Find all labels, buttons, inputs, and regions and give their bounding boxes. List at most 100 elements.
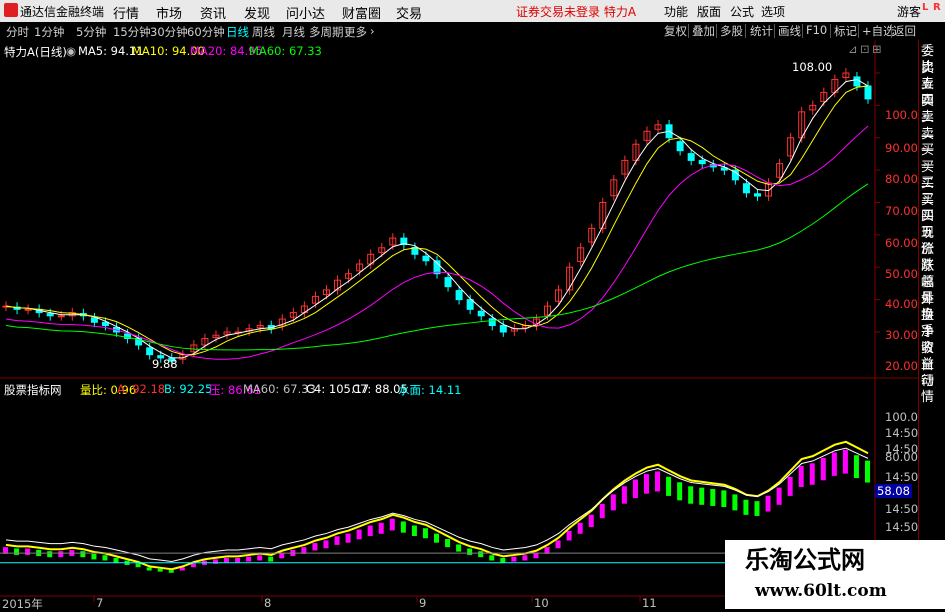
tool-guest[interactable]: 游客 [897,3,921,20]
tf-15min[interactable]: 15分钟 [113,24,151,40]
sub-axis-label: 14:50 [885,520,919,534]
btn-multi-stock[interactable]: 多股 [720,23,743,39]
candle-body [444,277,452,288]
divider [891,24,892,38]
tf-60min[interactable]: 60分钟 [187,24,225,40]
sub-axis-label: 14:50 [885,426,919,440]
candle-body [853,76,861,87]
indicator-bar [467,548,473,555]
indicator-bar [257,555,263,561]
menu-news[interactable]: 资讯 [200,3,226,22]
tool-formula[interactable]: 公式 [730,3,754,20]
indicator-bar [754,501,760,516]
tool-layout[interactable]: 版面 [697,3,721,20]
indicator-bar [246,556,252,562]
candle-body [687,153,695,161]
indicator-bar [146,567,152,571]
btn-draw[interactable]: 画线 [778,23,801,39]
candle-body [46,313,54,317]
tf-daily[interactable]: 日线 [226,24,249,40]
tf-30min[interactable]: 30分钟 [150,24,188,40]
period-toolbar: 分时 1分钟 5分钟 15分钟 30分钟 60分钟 日线 周线 月线 多周期 更… [0,22,945,40]
x-axis-label: 7 [96,596,104,610]
candle-body [499,325,507,333]
sub-legend-name: 股票指标网 [4,383,62,397]
menu-quotes[interactable]: 行情 [113,3,139,22]
indicator-bar [765,495,771,512]
indicator-bar [323,540,329,549]
sub-legend-ma60: MA60: 67.33 [243,382,316,396]
tf-5min[interactable]: 5分钟 [76,24,106,40]
settings-circle-icon[interactable]: ◉ [66,44,76,58]
divider [716,24,717,38]
tf-more[interactable]: 更多 [344,24,367,40]
tf-intraday[interactable]: 分时 [6,24,29,40]
indicator-bar [688,486,694,504]
edit-icon[interactable]: ⊿ [848,42,858,56]
candle-body [742,183,750,194]
indicator-bar [25,548,31,555]
btn-stats[interactable]: 统计 [750,23,773,39]
candle-body [57,315,65,318]
candle-body [698,159,706,165]
expand-icon[interactable]: ⊞ [872,42,882,56]
kline-chart[interactable] [0,40,918,609]
chart-area[interactable]: 特力A(日线) ◉ MA5: 94.11 MA10: 94.00 MA20: 8… [0,40,925,611]
btn-overlay[interactable]: 叠加 [692,23,715,39]
candle-body [676,141,684,152]
tf-monthly[interactable]: 月线 [282,24,305,40]
watermark: 乐淘公式网 www.60lt.com [725,540,945,609]
tf-multi[interactable]: 多周期 [309,24,344,40]
indicator-bar [14,548,20,555]
panel-tag-l[interactable]: L [922,2,928,13]
indicator-bar [721,490,727,508]
menu-wealth[interactable]: 财富圈 [342,3,381,22]
btn-back[interactable]: 返回 [893,23,916,39]
indicator-bar [677,482,683,501]
axis-label: 30.00 [885,328,918,342]
sub-axis-label: 14:50 [885,470,919,484]
indicator-bar [555,540,561,549]
menu-trade[interactable]: 交易 [396,3,422,22]
shrink-icon[interactable]: ⊡ [860,42,870,56]
indicator-bar [743,499,749,515]
indicator-bar [599,503,605,519]
chevron-right-icon[interactable]: › [370,24,375,38]
btn-adjust[interactable]: 复权 [664,23,687,39]
candle-body [146,347,154,356]
sub-axis-label: 80.00 [885,450,918,464]
axis-label: 80.00 [885,172,918,186]
axis-label: 20.00 [885,359,918,373]
indicator-bar [58,551,64,558]
sub-axis-current: 58.08 [875,484,912,498]
divider [745,24,746,38]
btn-add-favorite[interactable]: +自选 [862,23,895,39]
indicator-bar [345,533,351,543]
axis-label: 60.00 [885,236,918,250]
quote-field-label[interactable]: 行情 [921,374,945,406]
x-axis-label: 2015年 [2,597,43,611]
panel-tag-r[interactable]: R [933,2,941,13]
indicator-bar [367,525,373,536]
indicator-bar [643,474,649,494]
menu-market[interactable]: 市场 [156,3,182,22]
ma60-value: MA60: 67.33 [249,44,322,58]
divider [688,24,689,38]
candle-body [477,310,485,317]
x-axis-label: 11 [642,596,657,610]
menu-discover[interactable]: 发现 [244,3,270,22]
btn-f10[interactable]: F10 [806,23,827,37]
tool-function[interactable]: 功能 [664,3,688,20]
tf-1min[interactable]: 1分钟 [34,24,64,40]
tool-options[interactable]: 选项 [761,3,785,20]
indicator-bar [655,471,661,492]
indicator-bar [235,557,241,563]
indicator-bar [478,551,484,558]
indicator-bar [135,563,141,568]
btn-mark[interactable]: 标记 [834,23,857,39]
indicator-bar [312,543,318,551]
tf-weekly[interactable]: 周线 [252,24,275,40]
menu-ask[interactable]: 问小达 [286,3,325,22]
indicator-bar [831,452,837,476]
indicator-bar [434,533,439,543]
